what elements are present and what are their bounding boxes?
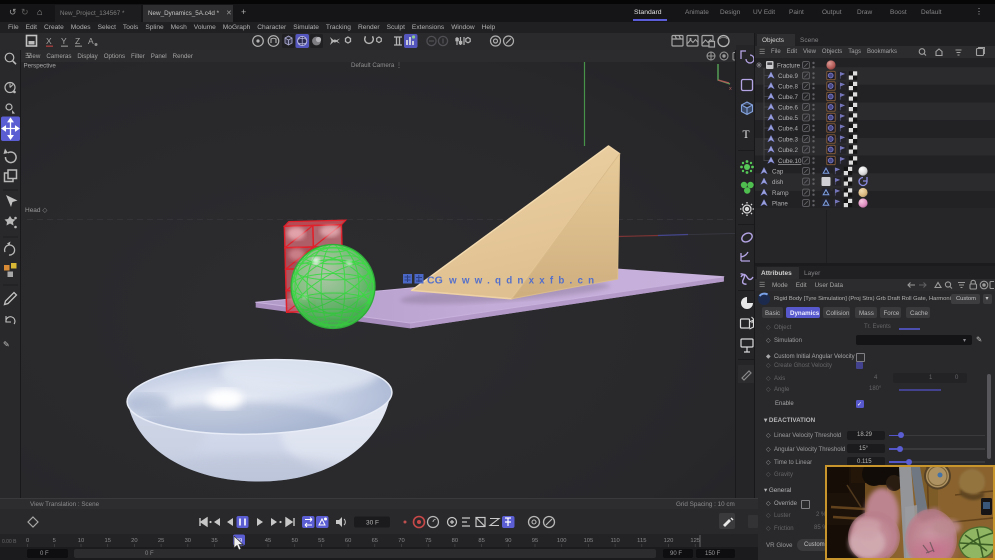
svg-text:Head ◇: Head ◇ bbox=[25, 207, 48, 214]
svg-text:60: 60 bbox=[345, 538, 351, 544]
svg-text:20: 20 bbox=[131, 538, 137, 544]
svg-text:Cube.6: Cube.6 bbox=[778, 105, 799, 112]
svg-text:X: X bbox=[46, 36, 52, 46]
svg-text:Y: Y bbox=[61, 36, 67, 46]
svg-text:Cube.8: Cube.8 bbox=[778, 84, 799, 91]
svg-text:Cube.3: Cube.3 bbox=[778, 137, 799, 144]
svg-text:Cube.10: Cube.10 bbox=[778, 158, 802, 165]
svg-text:10: 10 bbox=[78, 538, 84, 544]
svg-text:Z: Z bbox=[75, 36, 80, 46]
svg-text:75: 75 bbox=[425, 538, 431, 544]
svg-text:dish: dish bbox=[772, 179, 784, 186]
svg-text:0: 0 bbox=[26, 538, 29, 544]
svg-text:www.qdnxxfb.cn: www.qdnxxfb.cn bbox=[448, 276, 599, 287]
svg-text:55: 55 bbox=[318, 538, 324, 544]
svg-text:5: 5 bbox=[53, 538, 56, 544]
svg-text:120: 120 bbox=[664, 538, 674, 544]
svg-text:T: T bbox=[743, 129, 750, 141]
svg-text:115: 115 bbox=[637, 538, 646, 544]
svg-text:125: 125 bbox=[690, 538, 700, 544]
svg-text:Perspective: Perspective bbox=[24, 63, 57, 70]
svg-text:80: 80 bbox=[452, 538, 458, 544]
svg-text:Cube.7: Cube.7 bbox=[778, 94, 799, 101]
svg-text:90: 90 bbox=[505, 538, 511, 544]
svg-text:105: 105 bbox=[584, 538, 594, 544]
svg-text:15: 15 bbox=[104, 538, 110, 544]
svg-text:65: 65 bbox=[372, 538, 378, 544]
svg-text:50: 50 bbox=[291, 538, 297, 544]
svg-text:A: A bbox=[88, 36, 94, 46]
svg-text:70: 70 bbox=[398, 538, 404, 544]
svg-text:Cap: Cap bbox=[772, 169, 784, 176]
svg-text:30: 30 bbox=[185, 538, 191, 544]
svg-text:Plane: Plane bbox=[772, 201, 788, 208]
svg-text:✎: ✎ bbox=[3, 340, 10, 349]
svg-text:95: 95 bbox=[532, 538, 538, 544]
svg-text:Cube.5: Cube.5 bbox=[778, 115, 799, 122]
svg-text:110: 110 bbox=[610, 538, 619, 544]
svg-text:100: 100 bbox=[557, 538, 567, 544]
svg-text:35: 35 bbox=[211, 538, 217, 544]
svg-text:Cube.2: Cube.2 bbox=[778, 147, 799, 154]
svg-text:85: 85 bbox=[478, 538, 484, 544]
svg-text:x: x bbox=[729, 86, 732, 92]
svg-text:25: 25 bbox=[158, 538, 164, 544]
svg-text:Ramp: Ramp bbox=[772, 190, 789, 197]
svg-text:CG: CG bbox=[427, 275, 443, 287]
svg-text:30 F: 30 F bbox=[366, 520, 379, 527]
svg-text:Cube.9: Cube.9 bbox=[778, 73, 799, 80]
svg-text:45: 45 bbox=[265, 538, 271, 544]
svg-text:Cube.4: Cube.4 bbox=[778, 126, 799, 133]
svg-text:Fracture: Fracture bbox=[777, 63, 801, 70]
